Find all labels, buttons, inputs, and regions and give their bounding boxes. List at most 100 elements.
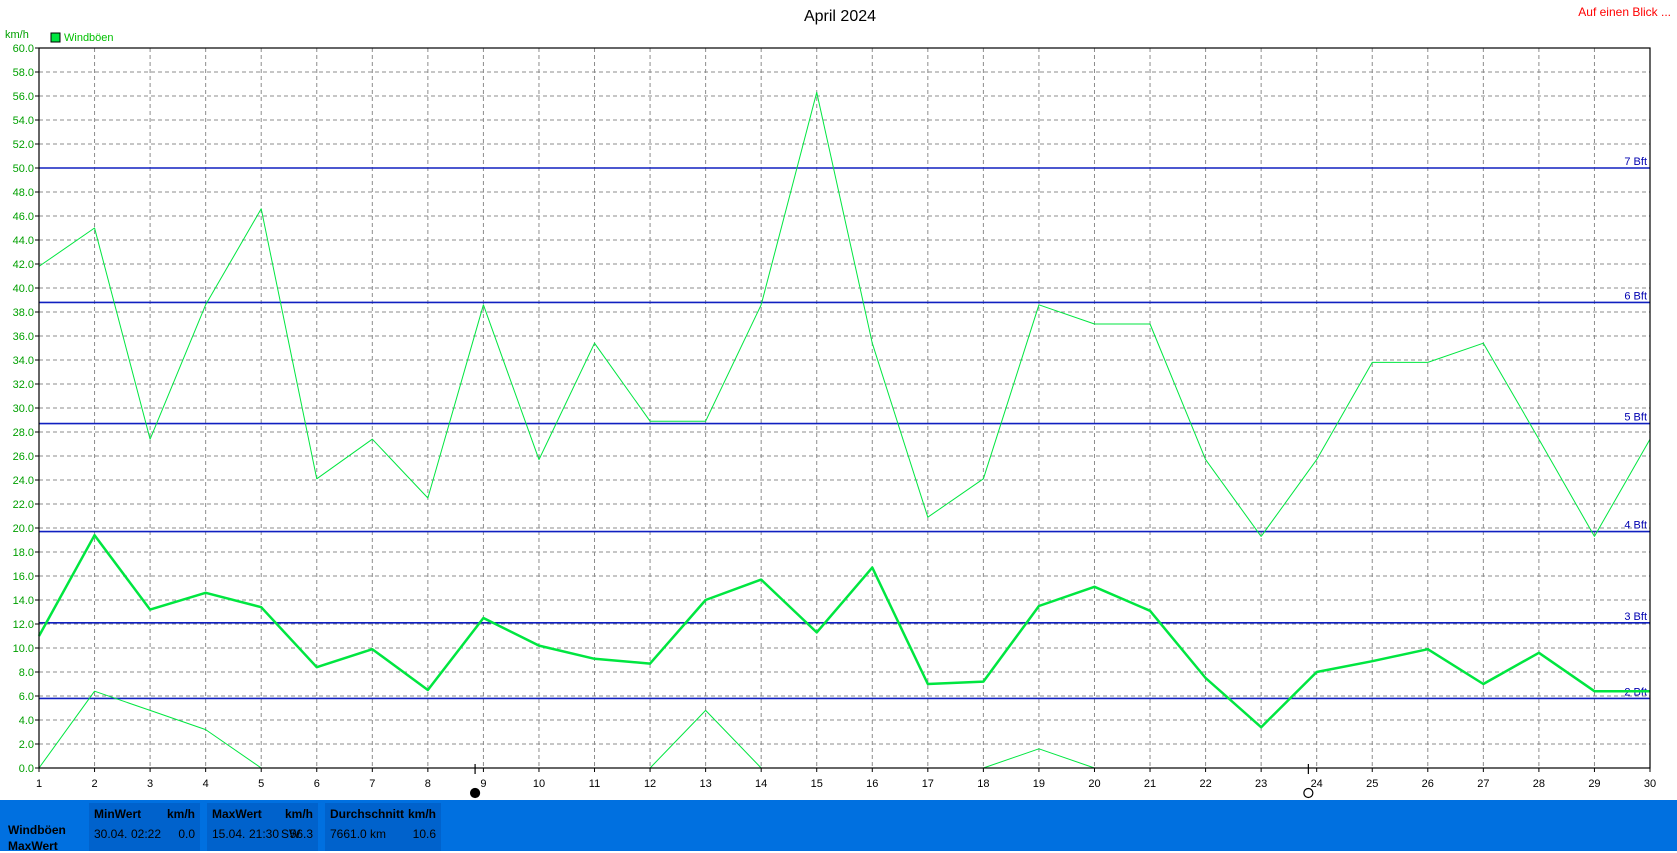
x-tick-label: 16 [866,778,878,790]
y-tick-label: 34.0 [13,355,34,367]
statistics-bar: Windböen MaxWert MinWert km/h 30.04. 02:… [0,800,1677,851]
min-unit: km/h [167,807,195,821]
x-tick-label: 2 [91,778,97,790]
y-tick-label: 32.0 [13,379,34,391]
series-max [39,92,1650,536]
x-tick-label: 26 [1422,778,1434,790]
series-min [39,691,1095,768]
y-tick-label: 50.0 [13,163,34,175]
y-tick-label: 44.0 [13,235,34,247]
series-line-max [39,92,1650,536]
max-value: 56.3 [290,827,313,841]
y-tick-label: 16.0 [13,571,34,583]
max-header: MaxWert [212,807,262,821]
x-tick-label: 4 [203,778,209,790]
beaufort-lines: 2 Bft3 Bft4 Bft5 Bft6 Bft7 Bft [39,156,1650,698]
x-tick-label: 11 [589,778,600,790]
y-tick-label: 48.0 [13,187,34,199]
x-tick-label: 18 [977,778,989,790]
y-tick-label: 10.0 [13,643,34,655]
x-tick-label: 19 [1033,778,1045,790]
bft-label: 7 Bft [1624,156,1647,168]
legend-label: Windböen [64,32,114,44]
full-moon-icon [1304,789,1313,798]
x-tick-label: 21 [1144,778,1156,790]
x-tick-label: 14 [755,778,767,790]
min-date: 30.04. [94,827,127,841]
y-tick-label: 58.0 [13,67,34,79]
y-tick-label: 28.0 [13,427,34,439]
axes: 0.02.04.06.08.010.012.014.016.018.020.02… [13,43,1657,790]
bft-label: 3 Bft [1624,611,1647,623]
max-unit: km/h [285,807,313,821]
y-tick-label: 38.0 [13,307,34,319]
y-tick-label: 8.0 [19,667,34,679]
y-tick-label: 24.0 [13,475,34,487]
min-time: 02:22 [131,827,161,841]
x-tick-label: 9 [480,778,486,790]
y-tick-label: 2.0 [19,739,34,751]
y-tick-label: 30.0 [13,403,34,415]
y-tick-label: 52.0 [13,139,34,151]
overview-link[interactable]: Auf einen Blick ... [1578,5,1671,19]
avg-value: 10.6 [413,827,436,841]
y-tick-label: 0.0 [19,763,34,775]
x-tick-label: 7 [369,778,375,790]
series-line-min [650,710,761,768]
y-tick-label: 12.0 [13,619,34,631]
x-tick-label: 20 [1088,778,1100,790]
row-label-windboeen: Windböen [8,823,66,837]
x-tick-label: 25 [1366,778,1378,790]
x-tick-label: 3 [147,778,153,790]
x-tick-label: 12 [644,778,656,790]
y-tick-label: 60.0 [13,43,34,55]
y-tick-label: 56.0 [13,91,34,103]
y-tick-label: 22.0 [13,499,34,511]
avg-header: Durchschnitt [330,807,404,821]
bft-label: 4 Bft [1624,520,1647,532]
x-tick-label: 30 [1644,778,1656,790]
new-moon-icon [471,789,480,798]
legend-swatch [51,33,60,42]
x-tick-label: 13 [699,778,711,790]
legend: Windböen [51,32,114,44]
x-tick-label: 6 [314,778,320,790]
y-tick-label: 6.0 [19,691,34,703]
wind-gust-chart: April 2024 Auf einen Blick ... km/h Wind… [0,0,1677,800]
bft-label: 5 Bft [1624,412,1647,424]
x-tick-label: 8 [425,778,431,790]
min-value: 0.0 [178,827,195,841]
avg-distance: 7661.0 km [330,827,386,841]
x-tick-label: 27 [1477,778,1489,790]
chart-title: April 2024 [804,8,876,25]
avg-unit: km/h [408,807,436,821]
max-time: 21:30 [249,827,279,841]
y-tick-label: 18.0 [13,547,34,559]
y-tick-label: 20.0 [13,523,34,535]
x-tick-label: 10 [533,778,545,790]
y-tick-label: 36.0 [13,331,34,343]
max-date: 15.04. [212,827,245,841]
max-stat-cell: MaxWert km/h 15.04. 21:30 SW 56.3 [207,803,318,851]
x-tick-label: 1 [36,778,42,790]
bft-label: 6 Bft [1624,290,1647,302]
y-tick-label: 4.0 [19,715,34,727]
x-tick-label: 24 [1311,778,1323,790]
x-tick-label: 23 [1255,778,1267,790]
x-tick-label: 17 [922,778,934,790]
min-stat-cell: MinWert km/h 30.04. 02:22 0.0 [89,803,200,851]
x-tick-label: 15 [811,778,823,790]
y-tick-label: 42.0 [13,259,34,271]
y-tick-label: 26.0 [13,451,34,463]
x-tick-label: 29 [1588,778,1600,790]
y-tick-label: 54.0 [13,115,34,127]
min-header: MinWert [94,807,141,821]
x-tick-label: 5 [258,778,264,790]
y-tick-label: 46.0 [13,211,34,223]
y-tick-label: 40.0 [13,283,34,295]
y-unit-label: km/h [5,29,29,41]
x-tick-label: 28 [1533,778,1545,790]
grid [39,48,1650,768]
avg-stat-cell: Durchschnitt km/h 7661.0 km 10.6 [325,803,441,851]
series-layer [39,92,1650,768]
